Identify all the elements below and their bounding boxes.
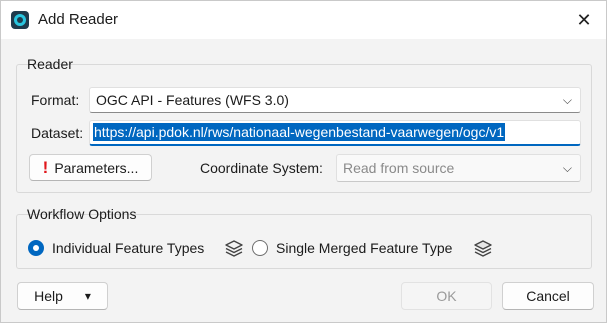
chevron-down-icon: ⌵ bbox=[562, 161, 572, 175]
single-merged-feature-type-radio[interactable] bbox=[252, 240, 268, 256]
format-select[interactable]: OGC API - Features (WFS 3.0) ⌵ bbox=[89, 87, 581, 113]
coordinate-system-label: Coordinate System: bbox=[200, 160, 323, 176]
workflow-options-title: Workflow Options bbox=[27, 206, 137, 222]
help-button[interactable]: Help ▾ bbox=[17, 282, 108, 310]
ok-button-label: OK bbox=[436, 288, 457, 304]
format-label: Format: bbox=[31, 92, 80, 108]
dataset-input[interactable]: https://api.pdok.nl/rws/nationaal-wegenb… bbox=[89, 120, 581, 146]
parameters-button-label: Parameters... bbox=[54, 159, 139, 176]
cancel-button[interactable]: Cancel bbox=[502, 282, 594, 310]
close-icon[interactable]: ✕ bbox=[570, 7, 598, 33]
ok-button[interactable]: OK bbox=[401, 282, 492, 310]
format-select-value: OGC API - Features (WFS 3.0) bbox=[96, 92, 289, 108]
layers-icon bbox=[225, 240, 243, 257]
chevron-down-icon: ⌵ bbox=[562, 93, 572, 107]
coordinate-system-select[interactable]: Read from source ⌵ bbox=[336, 154, 581, 182]
fme-app-icon bbox=[11, 11, 29, 29]
title-bar: Add Reader ✕ bbox=[1, 1, 606, 39]
parameters-button[interactable]: ! Parameters... bbox=[29, 154, 152, 181]
dropdown-arrow-icon: ▾ bbox=[84, 289, 91, 303]
individual-feature-types-label[interactable]: Individual Feature Types bbox=[52, 240, 204, 256]
cancel-button-label: Cancel bbox=[526, 288, 570, 304]
warning-icon: ! bbox=[42, 157, 49, 177]
help-button-label: Help bbox=[34, 288, 63, 304]
individual-feature-types-radio[interactable] bbox=[28, 240, 44, 256]
dataset-input-value: https://api.pdok.nl/rws/nationaal-wegenb… bbox=[93, 123, 506, 141]
single-merged-feature-type-label[interactable]: Single Merged Feature Type bbox=[276, 240, 452, 256]
dataset-label: Dataset: bbox=[31, 125, 84, 141]
merged-layers-icon bbox=[474, 240, 492, 257]
add-reader-dialog: Add Reader ✕ Reader Format: OGC API - Fe… bbox=[0, 0, 607, 323]
reader-group-title: Reader bbox=[27, 56, 73, 72]
coordinate-system-value: Read from source bbox=[343, 160, 455, 176]
window-title: Add Reader bbox=[38, 11, 119, 28]
